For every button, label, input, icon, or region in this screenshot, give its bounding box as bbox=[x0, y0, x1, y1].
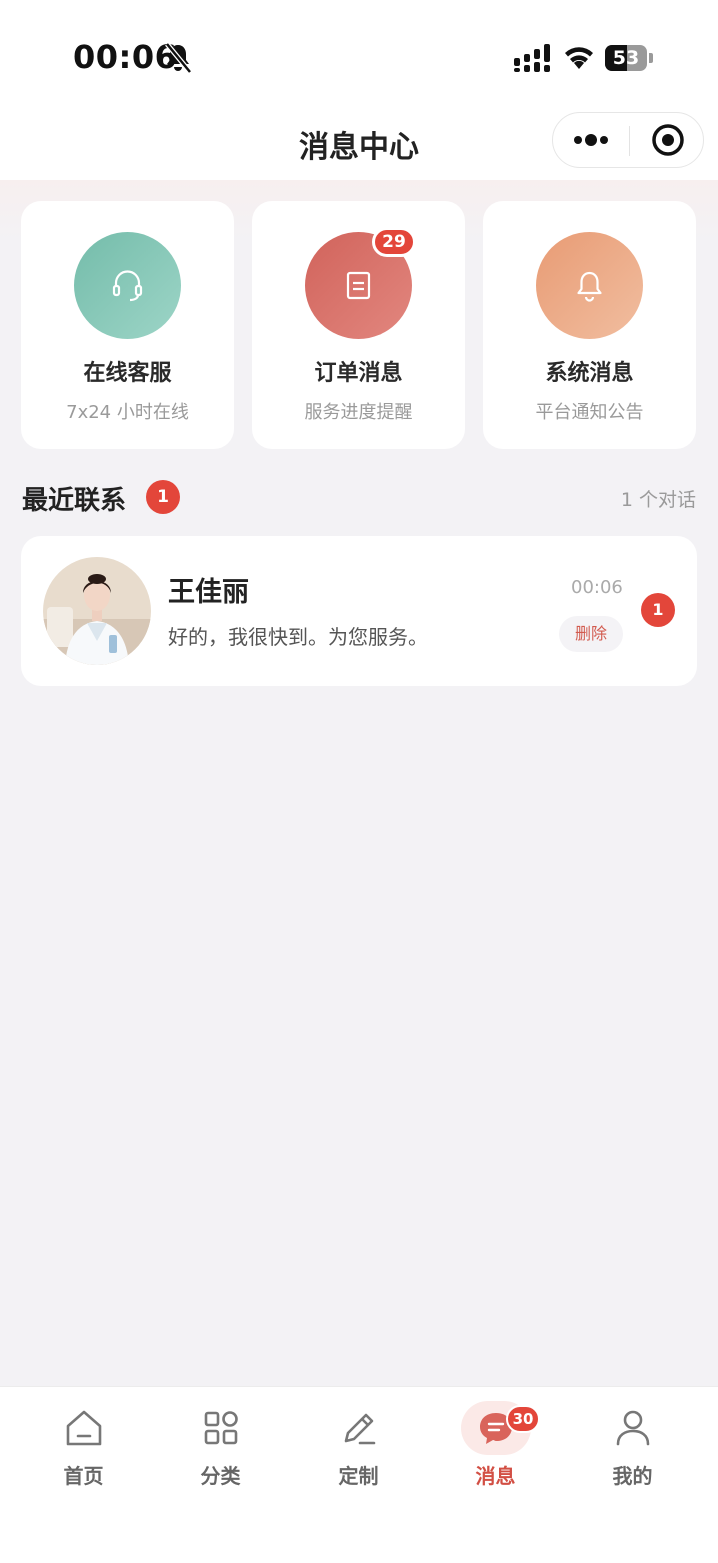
headset-icon bbox=[112, 270, 143, 302]
card-order-messages[interactable]: 29 订单消息 服务进度提醒 bbox=[252, 201, 465, 449]
order-unread-badge: 29 bbox=[372, 227, 416, 257]
unread-badge: 1 bbox=[641, 593, 675, 627]
more-button[interactable] bbox=[553, 113, 629, 167]
card-subtitle: 7x24 小时在线 bbox=[66, 402, 189, 423]
status-time: 00:06 bbox=[73, 38, 178, 76]
pencil-icon bbox=[344, 1413, 375, 1445]
messages-tab-badge: 30 bbox=[506, 1405, 540, 1433]
recent-contacts-title: 最近联系 bbox=[22, 486, 127, 516]
user-icon bbox=[616, 1410, 649, 1446]
card-title: 系统消息 bbox=[545, 361, 634, 386]
tab-label: 消息 bbox=[475, 1464, 516, 1488]
nav-bar: 消息中心 bbox=[0, 110, 718, 180]
bell-muted-icon bbox=[165, 42, 192, 74]
home-icon bbox=[66, 1410, 101, 1446]
wifi-icon bbox=[565, 47, 593, 69]
card-subtitle: 服务进度提醒 bbox=[304, 402, 413, 423]
recent-unread-badge: 1 bbox=[146, 480, 180, 514]
battery-indicator: 53 bbox=[605, 45, 653, 71]
conversation-count: 1 个对话 bbox=[620, 489, 696, 511]
message-time: 00:06 bbox=[571, 577, 623, 598]
tab-home[interactable]: 首页 bbox=[12, 1387, 155, 1497]
conversation-item[interactable]: 王佳丽 好的，我很快到。为您服务。 00:06 删除 1 bbox=[21, 536, 697, 686]
tab-label: 我的 bbox=[612, 1464, 653, 1488]
tab-label: 定制 bbox=[338, 1464, 379, 1488]
tab-custom[interactable]: 定制 bbox=[287, 1387, 430, 1497]
close-mini-program-button[interactable] bbox=[630, 113, 704, 167]
more-dots-icon bbox=[574, 134, 608, 146]
document-icon bbox=[346, 271, 371, 300]
tab-label: 分类 bbox=[200, 1464, 241, 1488]
tab-messages[interactable]: 30 消息 bbox=[424, 1387, 567, 1497]
grid-icon bbox=[204, 1411, 238, 1445]
last-message: 好的，我很快到。为您服务。 bbox=[168, 625, 428, 649]
signal-icon bbox=[514, 44, 550, 72]
tab-categories[interactable]: 分类 bbox=[149, 1387, 292, 1497]
contact-name: 王佳丽 bbox=[168, 577, 249, 608]
card-title: 订单消息 bbox=[314, 361, 403, 386]
card-subtitle: 平台通知公告 bbox=[535, 402, 644, 423]
target-circle-icon bbox=[652, 124, 684, 156]
delete-button[interactable]: 删除 bbox=[559, 616, 623, 652]
avatar bbox=[43, 557, 151, 665]
card-online-service[interactable]: 在线客服 7x24 小时在线 bbox=[21, 201, 234, 449]
bell-icon bbox=[577, 271, 602, 302]
card-title: 在线客服 bbox=[83, 361, 172, 386]
tab-bar: 首页 分类 定制 30 消息 我的 bbox=[0, 1386, 718, 1563]
battery-level: 53 bbox=[612, 47, 640, 69]
tab-label: 首页 bbox=[63, 1464, 104, 1488]
status-bar: 00:06 53 bbox=[0, 0, 718, 110]
card-system-messages[interactable]: 系统消息 平台通知公告 bbox=[483, 201, 696, 449]
mini-program-capsule bbox=[552, 112, 704, 168]
tab-profile[interactable]: 我的 bbox=[561, 1387, 704, 1497]
